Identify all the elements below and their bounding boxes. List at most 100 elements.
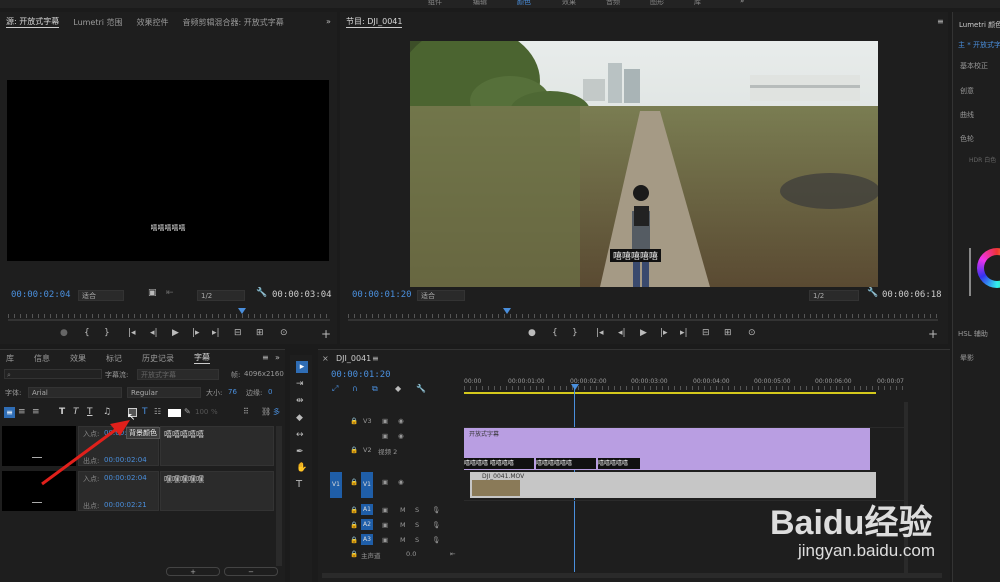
pen-tool-icon[interactable]: ✒ (296, 447, 304, 457)
workspace-tab-libraries[interactable]: 库 (694, 0, 701, 7)
lumetri-creative[interactable]: 创意 (960, 86, 974, 96)
program-ruler[interactable] (348, 314, 938, 318)
track-v3-label[interactable]: V3 (363, 417, 372, 425)
tab-lumetri-scopes[interactable]: Lumetri 范围 (73, 17, 122, 28)
color-wheel[interactable] (977, 248, 1000, 288)
position-grid-icon[interactable]: ⠿ (243, 407, 249, 416)
tab-effect-controls[interactable]: 效果控件 (137, 17, 169, 28)
safe-margins-icon[interactable]: ▣ (148, 288, 157, 298)
a2-mic-icon[interactable]: 🎙 (432, 521, 440, 529)
caption-text-2[interactable]: 嘿嘿嘿嘿嘿 (164, 474, 204, 485)
program-playhead[interactable] (503, 308, 511, 314)
tab-history[interactable]: 历史记录 (142, 353, 174, 364)
a2-lock-icon[interactable]: 🔒 (350, 521, 358, 529)
wheel-slider[interactable] (969, 248, 971, 296)
v3-eye-icon[interactable]: ◉ (398, 417, 404, 425)
timeline-tab[interactable]: DJI_0041 (336, 354, 371, 363)
tab-captions[interactable]: 字幕 (194, 352, 210, 364)
a1-lock-icon[interactable]: 🔒 (350, 506, 358, 514)
v1-toggle-icon[interactable]: ▣ (382, 478, 388, 486)
tab-libraries[interactable]: 库 (6, 353, 14, 364)
lumetri-color-wheels[interactable]: 色轮 (960, 134, 974, 144)
timeline-settings-icon[interactable]: 🔧 (416, 384, 426, 393)
program-play-icon[interactable]: ▶ (640, 328, 647, 338)
a1-toggle-icon[interactable]: ▣ (382, 506, 388, 514)
program-fit-dropdown[interactable]: 适合 (417, 290, 465, 301)
lumetri-curves[interactable]: 曲线 (960, 110, 974, 120)
go-to-in-icon[interactable]: |◂ (128, 328, 136, 338)
source-scrollbar[interactable] (8, 319, 330, 321)
program-title[interactable]: 节目: DJI_0041 (346, 16, 403, 28)
tab-effects[interactable]: 效果 (70, 353, 86, 364)
program-timecode[interactable]: 00:00:01:20 (352, 290, 412, 300)
source-timecode-in[interactable]: 00:00:02:04 (11, 290, 71, 300)
lumetri-basic-correction[interactable]: 基本校正 (960, 61, 988, 71)
font-dropdown[interactable]: Arial (28, 387, 122, 398)
more-workspaces-icon[interactable]: » (740, 0, 744, 5)
tab-audio-clip-mixer[interactable]: 音频剪辑混合器: 开放式字幕 (183, 17, 284, 28)
program-wrench-icon[interactable]: 🔧 (867, 288, 878, 298)
step-back-icon[interactable]: ◂| (150, 328, 158, 338)
a1-mute[interactable]: M (400, 506, 406, 514)
a1-mic-icon[interactable]: 🎙 (432, 506, 440, 514)
program-go-out-icon[interactable]: ▸| (680, 328, 688, 338)
master-end-icon[interactable]: ⇤ (450, 550, 455, 558)
track-a3-label[interactable]: A3 (361, 534, 373, 545)
program-mark-out-icon[interactable]: } (572, 328, 578, 338)
a3-solo[interactable]: S (415, 536, 419, 544)
size-value[interactable]: 76 (228, 388, 237, 396)
tab-info[interactable]: 信息 (34, 353, 50, 364)
a3-toggle-icon[interactable]: ▣ (382, 536, 388, 544)
export-frame-icon[interactable]: ⇤ (166, 288, 174, 298)
type-tool-icon[interactable]: T (296, 479, 302, 490)
caption-segment-1[interactable]: 嘻嘻嘻嘻 嘻嘻嘻嘻 (464, 458, 534, 469)
lift-icon[interactable]: ⊟ (702, 328, 710, 338)
add-marker-icon[interactable]: ● (60, 328, 68, 338)
align-left-icon[interactable]: ≡ (4, 407, 15, 418)
timeline-close-icon[interactable]: × (322, 354, 329, 363)
caption-text-1[interactable]: 嘻嘻嘻嘻嘻 (164, 429, 204, 440)
workspace-tab-audio[interactable]: 音频 (606, 0, 620, 7)
a2-toggle-icon[interactable]: ▣ (382, 521, 388, 529)
snap-icon[interactable]: ∩ (352, 384, 358, 393)
overwrite-icon[interactable]: ⊞ (256, 328, 264, 338)
selection-tool-icon[interactable]: ▸ (296, 361, 308, 373)
slip-tool-icon[interactable]: ↔ (296, 430, 304, 440)
a2-mute[interactable]: M (400, 521, 406, 529)
color-swatch[interactable] (168, 409, 181, 417)
track-v1-label[interactable]: V1 (361, 472, 373, 498)
workspace-tab-assembly[interactable]: 组件 (428, 0, 442, 7)
program-marker-icon[interactable]: ● (528, 328, 536, 338)
insert-icon[interactable]: ⊟ (234, 328, 242, 338)
wrench-icon[interactable]: 🔧 (256, 288, 267, 298)
source-resolution-dropdown[interactable]: 1/2 (197, 290, 245, 301)
program-scrollbar[interactable] (348, 319, 938, 321)
edge-color-icon[interactable]: ☷ (154, 407, 161, 416)
caption-list-scrollbar[interactable] (276, 426, 282, 566)
out-value-2[interactable]: 00:00:02:21 (104, 501, 147, 509)
position-link-icon[interactable]: ⛓ (261, 407, 271, 416)
program-menu-icon[interactable]: ≡ (937, 17, 944, 26)
panel-menu-icon[interactable]: » (326, 17, 331, 26)
play-icon[interactable]: ▶ (172, 328, 179, 338)
track-select-tool-icon[interactable]: ⇥ (296, 379, 304, 389)
eyedropper-icon[interactable]: ✎ (184, 407, 191, 416)
align-center-icon[interactable]: ≡ (18, 407, 26, 417)
program-go-in-icon[interactable]: |◂ (596, 328, 604, 338)
program-step-back-icon[interactable]: ◂| (618, 328, 626, 338)
camera-icon[interactable]: ⊙ (280, 328, 288, 338)
v3-toggle-icon[interactable]: ▣ (382, 417, 388, 425)
extract-icon[interactable]: ⊞ (724, 328, 732, 338)
timeline-ruler[interactable]: 00:00 00:00:01:00 00:00:02:00 00:00:03:0… (464, 378, 904, 396)
edge-value[interactable]: 0 (268, 388, 272, 396)
go-to-out-icon[interactable]: ▸| (212, 328, 220, 338)
program-resolution-dropdown[interactable]: 1/2 (809, 290, 859, 301)
font-style-dropdown[interactable]: Regular (127, 387, 201, 398)
timeline-menu-icon[interactable]: ≡ (372, 354, 379, 363)
a2-solo[interactable]: S (415, 521, 419, 529)
captions-menu-icon[interactable]: ≡ (262, 353, 269, 362)
program-mark-in-icon[interactable]: { (552, 328, 558, 338)
workspace-tab-color[interactable]: 颜色 (517, 0, 531, 7)
linked-selection-icon[interactable]: ⧉ (372, 384, 378, 394)
caption-track-clip[interactable]: 开放式字幕 嘻嘻嘻嘻 嘻嘻嘻嘻 嘻嘻嘻嘻嘻嘻 嘻嘻嘻嘻嘻 (464, 428, 870, 470)
